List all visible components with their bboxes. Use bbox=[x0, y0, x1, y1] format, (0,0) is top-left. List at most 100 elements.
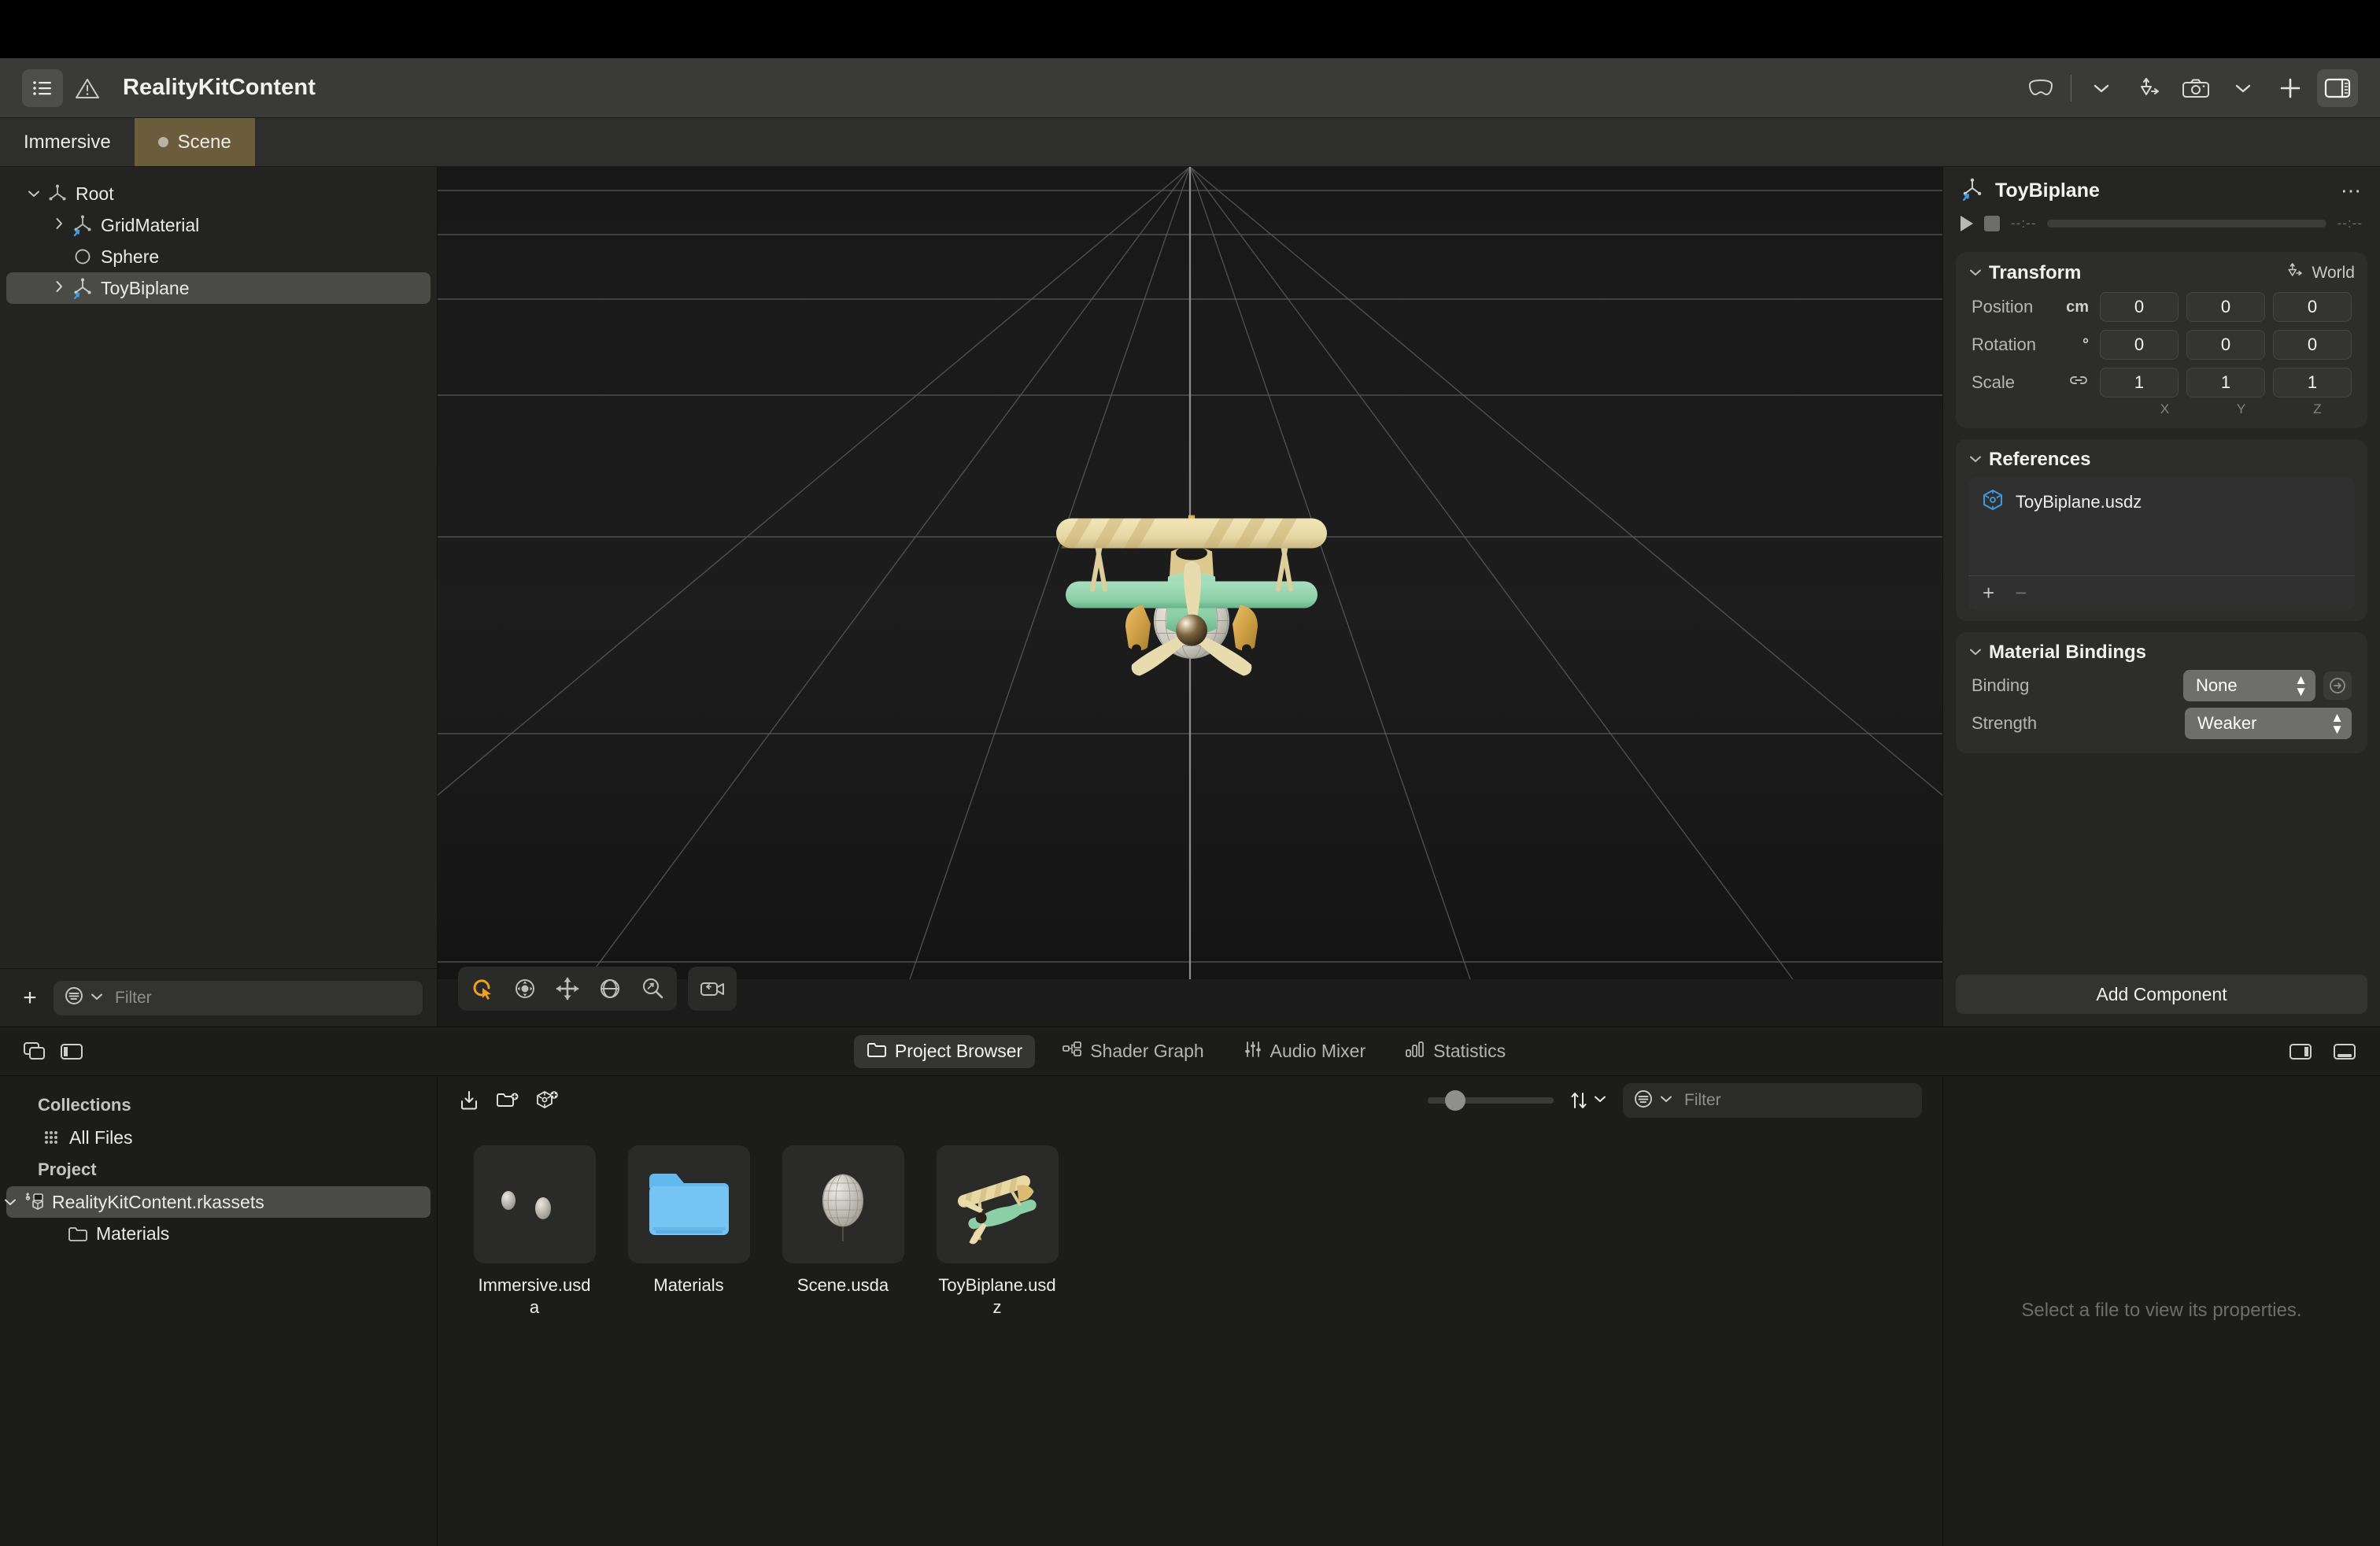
outline-filter-field[interactable]: Filter bbox=[54, 980, 423, 1015]
chevron-down-icon[interactable] bbox=[1968, 644, 1989, 661]
collections-header: Collections bbox=[38, 1095, 131, 1115]
arrow-right-circle-icon bbox=[2330, 678, 2345, 693]
zoom-tool-button[interactable] bbox=[631, 970, 674, 1008]
tab-shader-graph[interactable]: Shader Graph bbox=[1049, 1035, 1216, 1068]
stack-panels-icon[interactable] bbox=[17, 1041, 54, 1062]
ellipsis-icon[interactable]: ⋯ bbox=[2341, 179, 2363, 203]
camera-menu-chevron[interactable] bbox=[2223, 69, 2264, 107]
tree-item-toybiplane[interactable]: ToyBiplane bbox=[6, 272, 431, 304]
browser-filter-field[interactable]: Filter bbox=[1623, 1083, 1922, 1118]
chevron-right-icon[interactable] bbox=[49, 279, 69, 298]
tab-immersive[interactable]: Immersive bbox=[0, 118, 135, 166]
tab-scene[interactable]: Scene bbox=[134, 118, 255, 166]
window-title-bar bbox=[0, 0, 2380, 58]
chevron-down-icon[interactable] bbox=[0, 1194, 20, 1211]
stop-icon[interactable] bbox=[1984, 216, 2000, 231]
bottom-panel-tabs: Project Browser Shader Graph Audio Mixer… bbox=[90, 1034, 2282, 1068]
strength-row: Strength Weaker ▲ ▼ bbox=[1956, 705, 2367, 742]
tree-item-root[interactable]: Root bbox=[6, 178, 431, 209]
rotation-x-input[interactable]: 0 bbox=[2100, 330, 2179, 360]
folder-thumbnail bbox=[627, 1145, 750, 1263]
binding-goto-button[interactable] bbox=[2323, 671, 2352, 700]
left-panel-icon[interactable] bbox=[54, 1041, 90, 1062]
scale-x-input[interactable]: 1 bbox=[2100, 368, 2179, 398]
property-label: Position bbox=[1972, 297, 2034, 316]
tree-item-label: ToyBiplane bbox=[101, 277, 190, 298]
add-button[interactable] bbox=[2270, 69, 2311, 107]
timeline-scrubber[interactable] bbox=[2047, 220, 2326, 227]
project-item-materials[interactable]: Materials bbox=[6, 1218, 431, 1249]
filter-icon[interactable] bbox=[1632, 1088, 1654, 1114]
transform-space-label[interactable]: World bbox=[2312, 264, 2355, 283]
tree-item-sphere[interactable]: Sphere bbox=[6, 241, 431, 272]
right-panel-icon[interactable] bbox=[2282, 1041, 2319, 1062]
tab-label: Statistics bbox=[1433, 1041, 1506, 1061]
toybiplane-3d-model[interactable] bbox=[1017, 451, 1363, 691]
tab-project-browser[interactable]: Project Browser bbox=[853, 1034, 1036, 1068]
asset-cell-immersive[interactable]: Immersive.usda bbox=[460, 1145, 609, 1319]
asset-cell-materials[interactable]: Materials bbox=[614, 1145, 763, 1296]
vision-pro-device-button[interactable] bbox=[2020, 69, 2061, 107]
bottom-panel-icon[interactable] bbox=[2326, 1041, 2363, 1062]
strength-select[interactable]: Weaker ▲ ▼ bbox=[2185, 708, 2352, 739]
scene-viewport[interactable] bbox=[438, 167, 1942, 1026]
chevron-down-icon[interactable] bbox=[24, 186, 44, 202]
binding-select[interactable]: None ▲ ▼ bbox=[2183, 670, 2315, 701]
scale-y-input[interactable]: 1 bbox=[2186, 368, 2265, 398]
unsaved-dot-icon bbox=[157, 137, 168, 147]
scale-link-icon[interactable] bbox=[2054, 372, 2089, 393]
reference-item[interactable]: ToyBiplane.usdz bbox=[1968, 477, 2355, 527]
position-z-input[interactable]: 0 bbox=[2273, 292, 2352, 322]
chevron-right-icon[interactable] bbox=[49, 216, 69, 235]
rotation-y-input[interactable]: 0 bbox=[2186, 330, 2265, 360]
position-x-input[interactable]: 0 bbox=[2100, 292, 2179, 322]
sidebar-toggle-button[interactable] bbox=[22, 68, 63, 107]
camera-button[interactable] bbox=[2175, 69, 2216, 107]
import-icon[interactable] bbox=[458, 1089, 480, 1111]
tree-item-gridmaterial[interactable]: GridMaterial bbox=[6, 209, 431, 241]
asset-cell-toybiplane[interactable]: ToyBiplane.usdz bbox=[922, 1145, 1072, 1319]
remove-reference-button[interactable]: − bbox=[2015, 581, 2027, 605]
collection-item-all-files[interactable]: All Files bbox=[6, 1122, 431, 1153]
rotate-tool-button[interactable] bbox=[589, 970, 631, 1008]
device-menu-chevron[interactable] bbox=[2081, 69, 2122, 107]
rotation-z-input[interactable]: 0 bbox=[2273, 330, 2352, 360]
tab-label: Immersive bbox=[24, 131, 111, 153]
chevron-down-icon[interactable] bbox=[1659, 1093, 1673, 1108]
transform-section-header[interactable]: Transform World bbox=[1956, 261, 2367, 288]
material-bindings-section-header[interactable]: Material Bindings bbox=[1956, 642, 2367, 667]
add-reference-button[interactable]: + bbox=[1983, 581, 1994, 605]
pan-tool-button[interactable] bbox=[546, 970, 589, 1008]
scene-tree: Root GridMaterial Sphere ToyBiplane bbox=[0, 167, 437, 968]
asset-grid: Immersive.usda Materials Scene.usda ToyB… bbox=[438, 1125, 1942, 1546]
position-y-input[interactable]: 0 bbox=[2186, 292, 2265, 322]
tab-statistics[interactable]: Statistics bbox=[1392, 1035, 1518, 1068]
play-icon[interactable] bbox=[1961, 216, 1973, 231]
filter-icon[interactable] bbox=[63, 985, 85, 1011]
new-asset-icon[interactable] bbox=[535, 1089, 559, 1111]
tab-audio-mixer[interactable]: Audio Mixer bbox=[1231, 1035, 1378, 1068]
chevron-down-icon[interactable] bbox=[90, 991, 104, 1005]
slider-knob[interactable] bbox=[1445, 1090, 1465, 1111]
references-section-header[interactable]: References bbox=[1956, 449, 2367, 474]
new-folder-icon[interactable] bbox=[496, 1090, 519, 1111]
transform-space-button[interactable] bbox=[2128, 69, 2169, 107]
viewport-toolbar bbox=[458, 967, 737, 1011]
thumbnail-size-slider[interactable] bbox=[1428, 1090, 1554, 1111]
scale-z-input[interactable]: 1 bbox=[2273, 368, 2352, 398]
asset-cell-scene[interactable]: Scene.usda bbox=[768, 1145, 918, 1296]
spheres-thumbnail bbox=[473, 1145, 596, 1263]
camera-reset-button[interactable] bbox=[691, 970, 734, 1008]
select-tool-button[interactable] bbox=[461, 970, 504, 1008]
inspector-toggle-button[interactable] bbox=[2317, 68, 2358, 107]
chevron-down-icon[interactable] bbox=[1968, 451, 1989, 468]
warning-triangle-icon[interactable] bbox=[74, 76, 101, 100]
orbit-tool-button[interactable] bbox=[504, 970, 546, 1008]
add-entity-button[interactable]: + bbox=[14, 985, 46, 1012]
file-inspector-panel: Select a file to view its properties. bbox=[1942, 1076, 2380, 1546]
material-bindings-section: Material Bindings Binding None ▲ ▼ Streng… bbox=[1956, 632, 2367, 753]
sort-button[interactable] bbox=[1569, 1090, 1607, 1111]
add-component-button[interactable]: Add Component bbox=[1956, 975, 2367, 1014]
chevron-down-icon[interactable] bbox=[1968, 264, 1989, 282]
project-item-rkassets[interactable]: RealityKitContent.rkassets bbox=[5, 1186, 431, 1218]
